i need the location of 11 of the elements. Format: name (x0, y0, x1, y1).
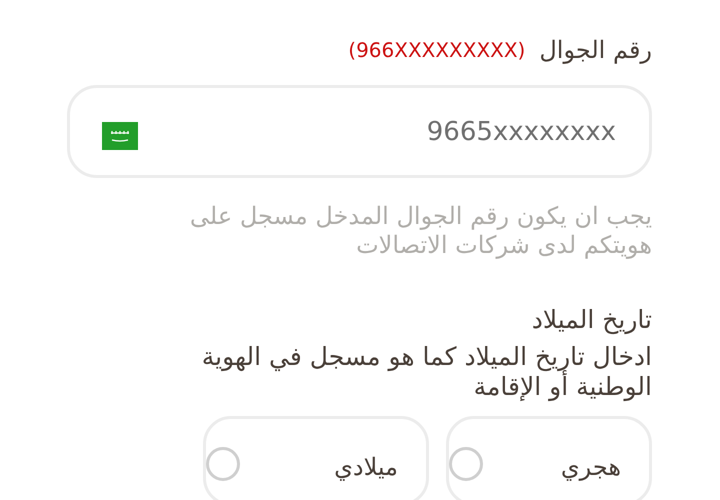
section-heading: تاريخ الميلاد (530, 304, 652, 336)
radio-button[interactable] (206, 447, 240, 481)
phone-input-field[interactable]: 9665xxxxxxxx (67, 85, 652, 178)
radio-button[interactable] (449, 447, 483, 481)
flag-icon (102, 122, 138, 150)
section-description: ادخال تاريخ الميلاد كما هو مسجل في الهوية الوطنية أو الإقامة (200, 342, 652, 402)
format-hint: (966XXXXXXXXX) (348, 38, 526, 62)
field-label: رقم الجوال (539, 36, 652, 64)
radio-option[interactable]: ميلادي (203, 416, 429, 500)
phone-note: يجب ان يكون رقم الجوال المدخل مسجل على هويتكم لدى شركات الاتصالات (188, 202, 652, 260)
radio-option[interactable]: هجري (446, 416, 652, 500)
